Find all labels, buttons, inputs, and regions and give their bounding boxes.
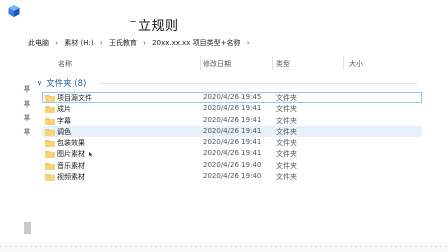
chevron-right-icon[interactable]: › (55, 39, 58, 47)
column-header-name[interactable]: 名称 (58, 59, 72, 69)
file-name: 成片 (57, 105, 71, 114)
folder-icon (45, 128, 55, 136)
list-item[interactable]: 项目源文件 2020/4/26 19:45 文件夹 (42, 92, 422, 104)
breadcrumb-drive[interactable]: 素材 (H:) (64, 38, 93, 48)
breadcrumb-this-pc[interactable]: 此电脑 (28, 38, 49, 48)
list-item[interactable]: 音乐素材 2020/4/26 19:40 文件夹 (42, 160, 422, 171)
list-item[interactable]: 视频素材 2020/4/26 19:40 文件夹 (42, 171, 422, 182)
mouse-cursor-icon (89, 152, 93, 157)
folder-icon (45, 174, 55, 182)
file-name: 字幕 (57, 116, 71, 125)
chevron-right-icon[interactable]: › (247, 39, 250, 47)
list-item[interactable]: 调色 2020/4/26 19:41 文件夹 (42, 125, 422, 138)
folder-icon (45, 140, 55, 148)
file-name: 视频素材 (57, 173, 85, 182)
group-label: 文件夹 (8) (46, 79, 87, 89)
file-type: 文件夹 (276, 139, 297, 148)
group-header[interactable]: ∨ 文件夹 (8) (37, 77, 86, 89)
list-item[interactable]: 包装效果 2020/4/26 19:41 文件夹 (42, 137, 422, 148)
file-type: 文件夹 (276, 127, 297, 136)
file-date: 2020/4/26 19:41 (203, 104, 262, 113)
list-item[interactable]: 字幕 2020/4/26 19:41 文件夹 (42, 115, 422, 126)
list-item[interactable]: 图片素材 2020/4/26 19:41 文件夹 (42, 148, 422, 159)
status-bar (0, 242, 448, 252)
list-item[interactable]: 成片 2020/4/26 19:41 文件夹 (42, 103, 422, 114)
folder-icon (45, 162, 55, 170)
column-divider[interactable] (272, 56, 273, 70)
file-type: 文件夹 (276, 173, 297, 182)
breadcrumb-folder[interactable]: 王氏教育 (109, 38, 137, 48)
file-name: 调色 (57, 127, 71, 136)
chevron-down-icon[interactable]: ∨ (37, 79, 42, 87)
column-divider[interactable] (343, 56, 344, 70)
folder-icon (45, 95, 55, 102)
file-date: 2020/4/26 19:41 (203, 126, 262, 135)
file-type: 文件夹 (276, 150, 297, 159)
file-name: 项目源文件 (57, 94, 92, 102)
file-date: 2020/4/26 19:40 (203, 172, 262, 181)
pin-icon[interactable] (23, 100, 31, 108)
app-logo-icon (8, 5, 20, 17)
divider (0, 246, 448, 247)
breadcrumb-current[interactable]: 20xx.xx.xx 项目类型+名称 (152, 38, 240, 48)
breadcrumb[interactable]: 此电脑 › 素材 (H:) › 王氏教育 › 20xx.xx.xx 项目类型+名… (28, 38, 254, 50)
file-date: 2020/4/26 19:41 (203, 149, 262, 158)
column-header-date[interactable]: 修改日期 (203, 59, 231, 69)
group-divider (98, 83, 418, 84)
column-divider[interactable] (200, 56, 201, 70)
file-type: 文件夹 (276, 105, 297, 114)
file-date: 2020/4/26 19:45 (203, 93, 262, 101)
chevron-right-icon[interactable]: › (100, 39, 103, 47)
pin-icon[interactable] (23, 114, 31, 122)
file-type: 文件夹 (276, 161, 297, 170)
file-date: 2020/4/26 19:41 (203, 115, 262, 124)
folder-icon (45, 151, 55, 159)
file-type: 文件夹 (276, 94, 297, 102)
column-header-size[interactable]: 大小 (349, 59, 363, 69)
file-date: 2020/4/26 19:41 (203, 138, 262, 147)
folder-icon (45, 117, 55, 125)
file-type: 文件夹 (276, 116, 297, 125)
folder-icon (45, 106, 55, 114)
pin-icon[interactable] (23, 128, 31, 136)
title-dash (130, 21, 136, 22)
column-header-type[interactable]: 类型 (276, 59, 290, 69)
file-name: 音乐素材 (57, 161, 85, 170)
scrollbar-thumb[interactable] (24, 222, 31, 234)
file-name: 图片素材 (57, 150, 85, 159)
pin-icon[interactable] (23, 85, 31, 93)
file-name: 包装效果 (57, 139, 85, 148)
page-title: 立规则 (138, 19, 179, 34)
file-date: 2020/4/26 19:40 (203, 160, 262, 169)
chevron-right-icon[interactable]: › (143, 39, 146, 47)
file-list: 项目源文件 2020/4/26 19:45 文件夹 成片 2020/4/26 1… (42, 92, 422, 182)
